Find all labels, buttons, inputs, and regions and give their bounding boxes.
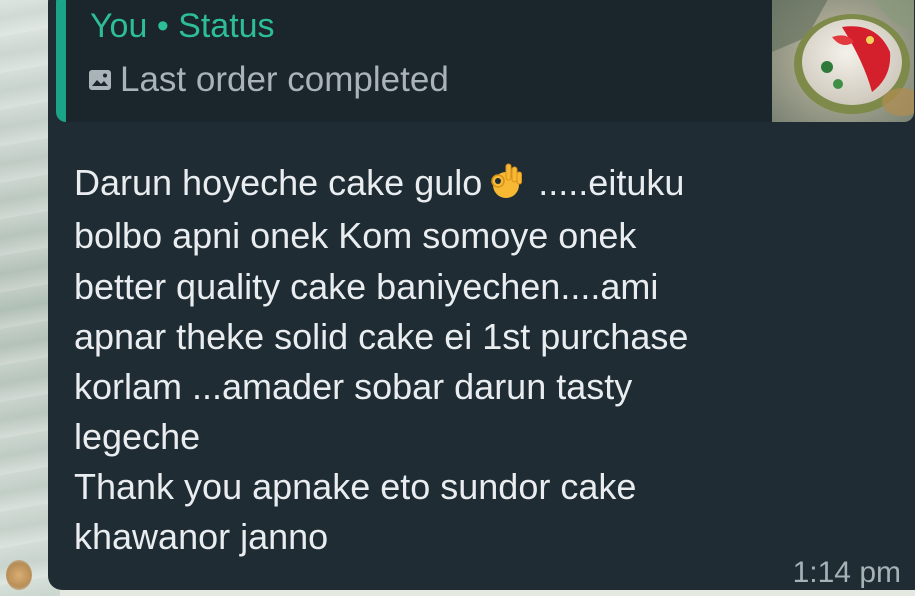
message-line: korlam ...amader sobar darun tasty	[74, 366, 633, 407]
quote-author-line: You • Status	[90, 6, 275, 46]
message-timestamp: 1:14 pm	[792, 556, 901, 589]
status-cake-thumbnail	[772, 0, 914, 122]
message-line-1-end: .....eituku	[528, 162, 685, 203]
quote-context: Status	[178, 7, 275, 45]
quote-separator: •	[147, 7, 179, 45]
message-text: Darun hoyeche cake gulo .....eituku bolb…	[74, 156, 844, 562]
message-line: bolbo apni onek Kom somoye onek	[74, 215, 637, 256]
ok-hand-emoji	[491, 163, 523, 198]
photo-icon	[89, 70, 111, 90]
message-line: Thank you apnake eto sundor cake	[74, 466, 637, 507]
message-line: better quality cake baniyechen....ami	[74, 266, 659, 307]
message-line: legeche	[74, 416, 201, 457]
quote-caption-row: Last order completed	[88, 60, 449, 100]
quote-accent-bar	[56, 0, 66, 122]
quote-author: You	[90, 7, 148, 45]
quote-caption-text: Last order completed	[120, 60, 449, 99]
message-line-1-start: Darun hoyeche cake gulo	[74, 162, 483, 203]
message-line: khawanor janno	[74, 516, 329, 557]
quoted-status-reply[interactable]: You • Status Last order completed	[56, 0, 914, 122]
message-line: Darun hoyeche cake gulo .....eituku	[74, 156, 844, 209]
status-thumbnail[interactable]	[772, 0, 914, 122]
message-line: apnar theke solid cake ei 1st purchase	[74, 316, 689, 357]
